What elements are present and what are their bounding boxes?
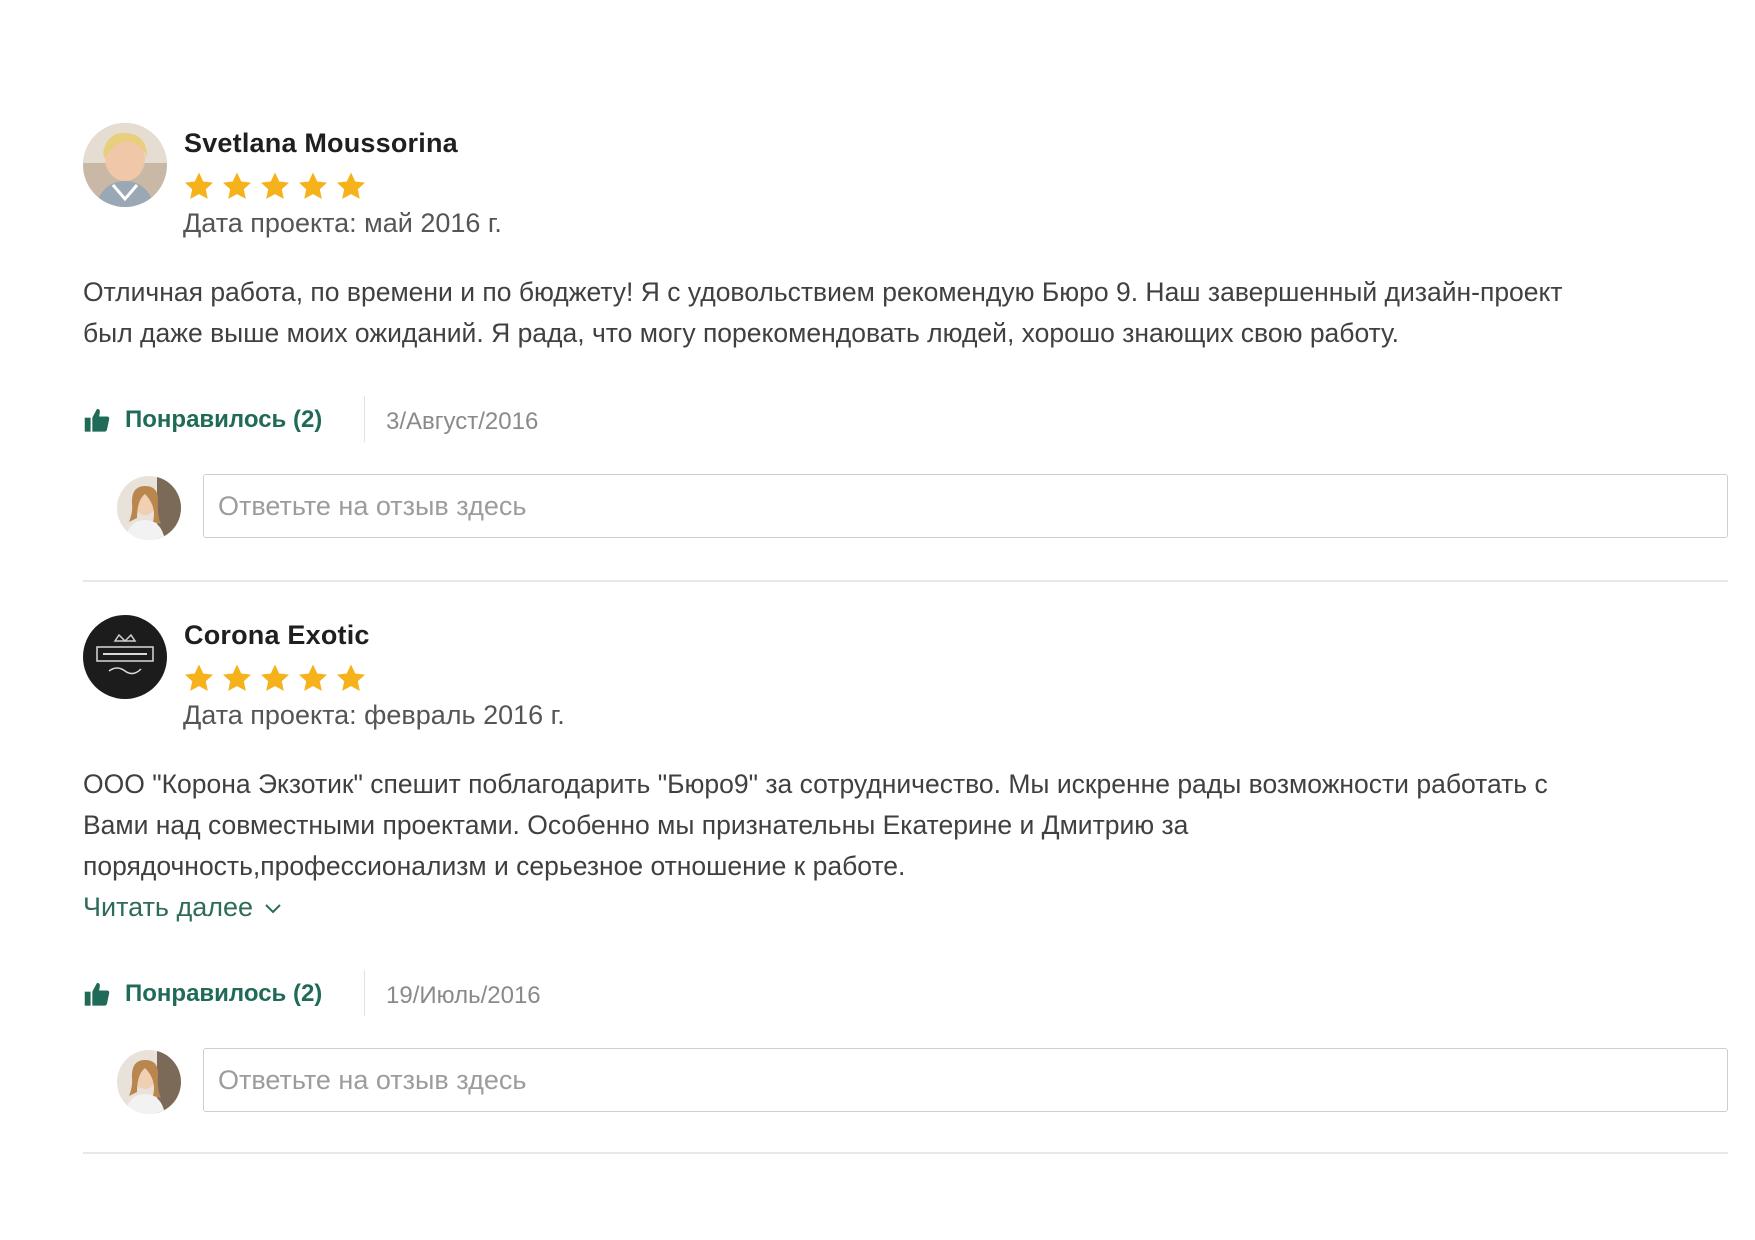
review-text: ООО "Корона Экзотик" спешит поблагодарит… bbox=[83, 764, 1728, 928]
star-icon bbox=[222, 172, 252, 199]
star-icon bbox=[184, 172, 214, 199]
owner-avatar bbox=[117, 476, 181, 540]
star-icon bbox=[298, 172, 328, 199]
review-text: Отличная работа, по времени и по бюджету… bbox=[83, 272, 1728, 354]
action-divider bbox=[364, 970, 365, 1016]
reviewer-name[interactable]: Corona Exotic bbox=[184, 620, 370, 651]
star-icon bbox=[336, 172, 366, 199]
reviewer-avatar[interactable] bbox=[83, 615, 167, 699]
star-rating bbox=[182, 170, 368, 204]
read-more-label: Читать далее bbox=[83, 892, 254, 922]
review-card: Corona Exotic Дата проекта: февраль 2016… bbox=[83, 612, 1728, 1118]
project-date: Дата проекта: май 2016 г. bbox=[183, 208, 502, 238]
review-actions: Понравилось (2) 3/Август/2016 bbox=[83, 396, 1728, 456]
review-divider bbox=[83, 580, 1728, 582]
reviews-page: Svetlana Moussorina Дата проекта: май 20… bbox=[0, 0, 1755, 1240]
review-header: Svetlana Moussorina Дата проекта: май 20… bbox=[83, 120, 1728, 250]
action-divider bbox=[364, 396, 365, 442]
project-date: Дата проекта: февраль 2016 г. bbox=[183, 700, 565, 730]
thumbs-up-icon bbox=[84, 982, 110, 1006]
review-timestamp: 3/Август/2016 bbox=[386, 408, 539, 435]
like-label: Понравилось (2) bbox=[125, 980, 323, 1007]
review-divider bbox=[83, 1152, 1728, 1154]
review-card: Svetlana Moussorina Дата проекта: май 20… bbox=[83, 120, 1728, 544]
review-text-line: Отличная работа, по времени и по бюджету… bbox=[83, 277, 1563, 307]
review-header: Corona Exotic Дата проекта: февраль 2016… bbox=[83, 612, 1728, 742]
star-rating bbox=[182, 662, 368, 696]
reply-input[interactable] bbox=[203, 474, 1728, 538]
reply-row bbox=[83, 464, 1728, 544]
star-icon bbox=[260, 664, 290, 691]
reply-row bbox=[83, 1038, 1728, 1118]
star-icon bbox=[298, 664, 328, 691]
like-button[interactable]: Понравилось (2) bbox=[83, 980, 322, 1008]
owner-avatar bbox=[117, 1050, 181, 1114]
review-text-line: порядочность,профессионализм и серьезное… bbox=[83, 851, 906, 881]
review-actions: Понравилось (2) 19/Июль/2016 bbox=[83, 970, 1728, 1030]
review-text-line: был даже выше моих ожиданий. Я рада, что… bbox=[83, 318, 1400, 348]
like-button[interactable]: Понравилось (2) bbox=[83, 406, 322, 434]
thumbs-up-icon bbox=[84, 408, 110, 432]
star-icon bbox=[184, 664, 214, 691]
chevron-down-icon bbox=[265, 903, 281, 913]
review-text-line: Вами над совместными проектами. Особенно… bbox=[83, 810, 1189, 840]
review-text-line: ООО "Корона Экзотик" спешит поблагодарит… bbox=[83, 769, 1548, 799]
reviewer-avatar[interactable] bbox=[83, 123, 167, 207]
review-timestamp: 19/Июль/2016 bbox=[386, 982, 541, 1009]
reply-input[interactable] bbox=[203, 1048, 1728, 1112]
like-label: Понравилось (2) bbox=[125, 406, 323, 433]
reviewer-name[interactable]: Svetlana Moussorina bbox=[184, 128, 458, 159]
star-icon bbox=[336, 664, 366, 691]
read-more-link[interactable]: Читать далее bbox=[83, 887, 283, 928]
star-icon bbox=[222, 664, 252, 691]
star-icon bbox=[260, 172, 290, 199]
